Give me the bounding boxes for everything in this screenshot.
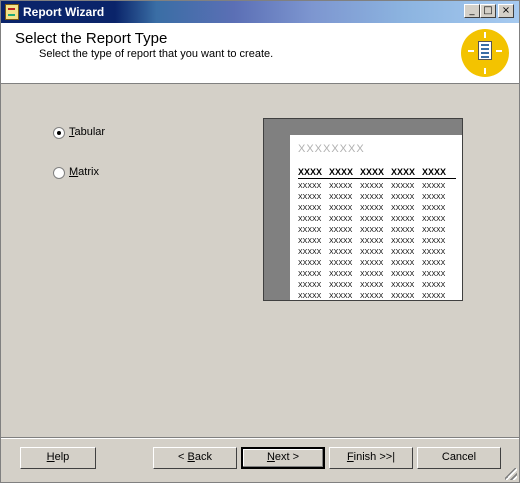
preview-cell: XXXXX [360, 194, 384, 201]
preview-cell: XXXXX [360, 183, 384, 190]
preview-cell: XXXXX [329, 282, 353, 289]
preview-cell: XXXXX [391, 249, 415, 256]
preview-cell: XXXXX [422, 227, 446, 234]
matrix-radio[interactable] [53, 167, 65, 179]
preview-column-header: XXXX [329, 167, 354, 177]
preview-cell: XXXXX [391, 260, 415, 267]
title-bar[interactable]: Report Wizard _ □ × [1, 1, 519, 23]
preview-cell: XXXXX [391, 238, 415, 245]
preview-table-row: XXXXX XXXXX XXXXX XXXXX XXXXX [298, 280, 456, 291]
preview-cell: XXXXX [422, 205, 446, 212]
finish-button[interactable]: Finish >>| [329, 447, 413, 469]
preview-cell: XXXXX [391, 282, 415, 289]
preview-cell: XXXXX [422, 183, 446, 190]
preview-cell: XXXXX [298, 293, 322, 300]
page-title: Select the Report Type [15, 30, 168, 47]
preview-cell: XXXXX [329, 216, 353, 223]
preview-cell: XXXXX [298, 227, 322, 234]
preview-cell: XXXXX [298, 271, 322, 278]
preview-cell: XXXXX [298, 249, 322, 256]
preview-cell: XXXXX [298, 194, 322, 201]
preview-table-row: XXXXX XXXXX XXXXX XXXXX XXXXX [298, 236, 456, 247]
preview-cell: XXXXX [329, 271, 353, 278]
document-icon [478, 41, 492, 60]
preview-table-row: XXXXX XXXXX XXXXX XXXXX XXXXX [298, 214, 456, 225]
preview-cell: XXXXX [360, 249, 384, 256]
close-button[interactable]: × [498, 4, 514, 18]
preview-page: XXXXXXXX XXXX XXXX XXXX XXXX XXXX XXXXX XXXXX… [290, 135, 462, 300]
preview-cell: XXXXX [422, 238, 446, 245]
preview-cell: XXXXX [329, 260, 353, 267]
report-wizard-logo-icon [461, 29, 509, 77]
report-type-preview: XXXXXXXX XXXX XXXX XXXX XXXX XXXX XXXXX XXXXX… [263, 118, 463, 301]
preview-column-header: XXXX [298, 167, 323, 177]
maximize-button[interactable]: □ [480, 4, 496, 18]
preview-cell: XXXXX [422, 249, 446, 256]
preview-cell: XXXXX [422, 293, 446, 300]
preview-table-row: XXXXX XXXXX XXXXX XXXXX XXXXX [298, 203, 456, 214]
next-button[interactable]: Next > [241, 447, 325, 469]
preview-cell: XXXXX [391, 216, 415, 223]
help-button[interactable]: Help [20, 447, 96, 469]
preview-cell: XXXXX [329, 194, 353, 201]
report-wizard-window: Report Wizard _ □ × Select the Report Ty… [0, 0, 520, 483]
preview-cell: XXXXX [360, 238, 384, 245]
preview-table-header: XXXX XXXX XXXX XXXX XXXX [298, 167, 456, 179]
preview-table-row: XXXXX XXXXX XXXXX XXXXX XXXXX [298, 291, 456, 300]
preview-cell: XXXXX [422, 260, 446, 267]
tabular-label[interactable]: Tabular [69, 126, 105, 138]
preview-cell: XXXXX [422, 271, 446, 278]
back-button[interactable]: < Back [153, 447, 237, 469]
preview-cell: XXXXX [391, 194, 415, 201]
minimize-button[interactable]: _ [464, 4, 480, 18]
preview-cell: XXXXX [329, 205, 353, 212]
preview-cell: XXXXX [360, 293, 384, 300]
preview-cell: XXXXX [329, 238, 353, 245]
resize-grip-icon[interactable] [505, 468, 517, 480]
preview-column-header: XXXX [360, 167, 385, 177]
wizard-header: Select the Report Type Select the type o… [1, 23, 519, 84]
preview-cell: XXXXX [391, 183, 415, 190]
preview-cell: XXXXX [422, 216, 446, 223]
preview-table-row: XXXXX XXXXX XXXXX XXXXX XXXXX [298, 247, 456, 258]
preview-table-row: XXXXX XXXXX XXXXX XXXXX XXXXX [298, 192, 456, 203]
preview-cell: XXXXX [298, 205, 322, 212]
preview-cell: XXXXX [360, 271, 384, 278]
cancel-button[interactable]: Cancel [417, 447, 501, 469]
window-title: Report Wizard [23, 5, 105, 19]
preview-cell: XXXXX [329, 227, 353, 234]
preview-cell: XXXXX [360, 282, 384, 289]
preview-column-header: XXXX [422, 167, 447, 177]
preview-cell: XXXXX [298, 260, 322, 267]
preview-cell: XXXXX [298, 216, 322, 223]
preview-cell: XXXXX [360, 227, 384, 234]
preview-table-row: XXXXX XXXXX XXXXX XXXXX XXXXX [298, 269, 456, 280]
preview-table: XXXX XXXX XXXX XXXX XXXX XXXXX XXXXX XXXXX XXXX… [298, 167, 456, 300]
preview-table-row: XXXXX XXXXX XXXXX XXXXX XXXXX [298, 258, 456, 269]
preview-cell: XXXXX [329, 183, 353, 190]
preview-title: XXXXXXXX [298, 143, 365, 155]
footer-separator [1, 437, 519, 439]
page-subtitle: Select the type of report that you want … [39, 48, 274, 60]
preview-cell: XXXXX [298, 282, 322, 289]
preview-cell: XXXXX [422, 282, 446, 289]
preview-cell: XXXXX [329, 249, 353, 256]
report-wizard-icon [5, 4, 19, 20]
matrix-label[interactable]: Matrix [69, 166, 99, 178]
tabular-radio[interactable] [53, 127, 65, 139]
preview-cell: XXXXX [329, 293, 353, 300]
preview-column-header: XXXX [391, 167, 416, 177]
preview-cell: XXXXX [360, 260, 384, 267]
preview-cell: XXXXX [360, 205, 384, 212]
preview-cell: XXXXX [298, 183, 322, 190]
preview-table-row: XXXXX XXXXX XXXXX XXXXX XXXXX [298, 181, 456, 192]
preview-cell: XXXXX [391, 293, 415, 300]
preview-cell: XXXXX [391, 205, 415, 212]
preview-table-row: XXXXX XXXXX XXXXX XXXXX XXXXX [298, 225, 456, 236]
preview-cell: XXXXX [391, 227, 415, 234]
preview-cell: XXXXX [391, 271, 415, 278]
preview-cell: XXXXX [298, 238, 322, 245]
preview-cell: XXXXX [422, 194, 446, 201]
preview-cell: XXXXX [360, 216, 384, 223]
